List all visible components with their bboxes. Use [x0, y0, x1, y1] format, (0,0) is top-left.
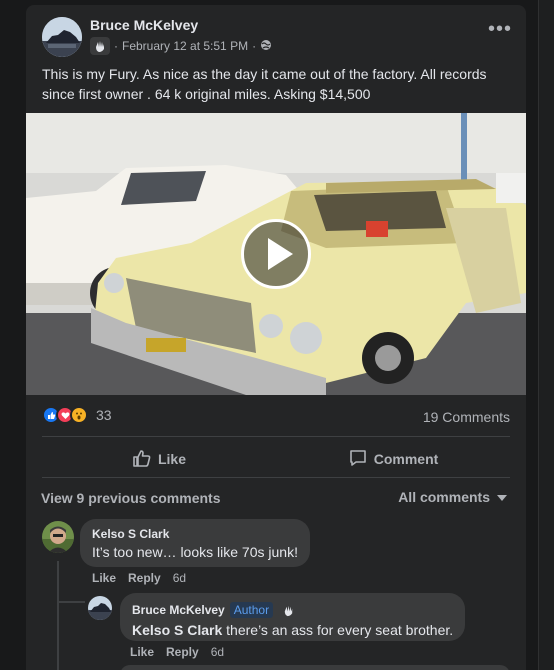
author-name[interactable]: Bruce McKelvey	[90, 17, 198, 33]
divider	[42, 436, 510, 437]
comment-icon	[348, 448, 368, 471]
post-video[interactable]	[26, 113, 526, 395]
post-actions: Like Comment	[42, 441, 510, 477]
author-badge: Author	[229, 602, 274, 618]
reactions-summary[interactable]: 33	[42, 406, 112, 424]
like-label: Like	[157, 451, 186, 467]
reply-time[interactable]: 6d	[211, 645, 224, 659]
post-meta: · February 12 at 5:51 PM ·	[90, 37, 272, 55]
play-icon[interactable]	[241, 219, 311, 289]
filter-label: All comments	[398, 489, 490, 505]
separator: ·	[252, 39, 257, 53]
comment-bubble: Kelso S Clark It’s too new… looks like 7…	[80, 519, 310, 567]
reply-mention[interactable]: Kelso S Clark	[132, 622, 222, 638]
view-previous-comments[interactable]: View 9 previous comments	[41, 490, 220, 506]
post-text: This is my Fury. As nice as the day it c…	[42, 66, 487, 102]
comment-filter-dropdown[interactable]: All comments	[398, 489, 508, 505]
reply-actions: Like Reply 6d	[130, 645, 224, 659]
reply-author[interactable]: Bruce McKelvey	[132, 603, 225, 617]
reply-like-button[interactable]: Like	[130, 645, 154, 659]
reply-body: there’s an ass for every seat brother.	[222, 622, 454, 638]
next-comment-bubble	[120, 665, 510, 670]
right-panel-edge	[538, 0, 554, 670]
thread-line	[57, 561, 59, 670]
comment-button[interactable]: Comment	[276, 441, 510, 477]
separator: ·	[114, 39, 118, 53]
post-card: Bruce McKelvey · February 12 at 5:51 PM …	[26, 5, 526, 670]
comment-like-button[interactable]: Like	[92, 571, 116, 585]
comment-actions: Like Reply 6d	[92, 571, 186, 585]
chevron-down-icon	[496, 489, 508, 505]
comments-count[interactable]: 19 Comments	[423, 409, 510, 425]
comment-time[interactable]: 6d	[173, 571, 186, 585]
like-button[interactable]: Like	[42, 441, 276, 477]
reply-bubble: Bruce McKelvey Author Kelso S Clark ther…	[120, 593, 466, 641]
comment-label: Comment	[373, 451, 439, 467]
reaction-count[interactable]: 33	[96, 407, 112, 423]
commenter-avatar[interactable]	[42, 521, 74, 553]
globe-icon	[260, 39, 272, 54]
wow-reaction-icon	[70, 406, 88, 424]
more-options-button[interactable]: •••	[488, 19, 512, 39]
post-timestamp[interactable]: February 12 at 5:51 PM	[122, 39, 248, 53]
author-avatar[interactable]	[42, 17, 82, 57]
thumbs-up-icon	[132, 448, 152, 471]
comment-author[interactable]: Kelso S Clark	[92, 527, 169, 541]
comment-reply-button[interactable]: Reply	[128, 571, 161, 585]
reply-reply-button[interactable]: Reply	[166, 645, 199, 659]
wave-icon[interactable]	[278, 601, 299, 619]
reply-avatar[interactable]	[88, 596, 112, 620]
wave-icon[interactable]	[90, 37, 110, 55]
divider	[42, 477, 510, 478]
reply-text: Kelso S Clark there’s an ass for every s…	[132, 622, 453, 638]
thread-line	[57, 601, 85, 603]
post-header: Bruce McKelvey · February 12 at 5:51 PM …	[26, 5, 526, 65]
comment-text: It’s too new… looks like 70s junk!	[92, 544, 298, 560]
